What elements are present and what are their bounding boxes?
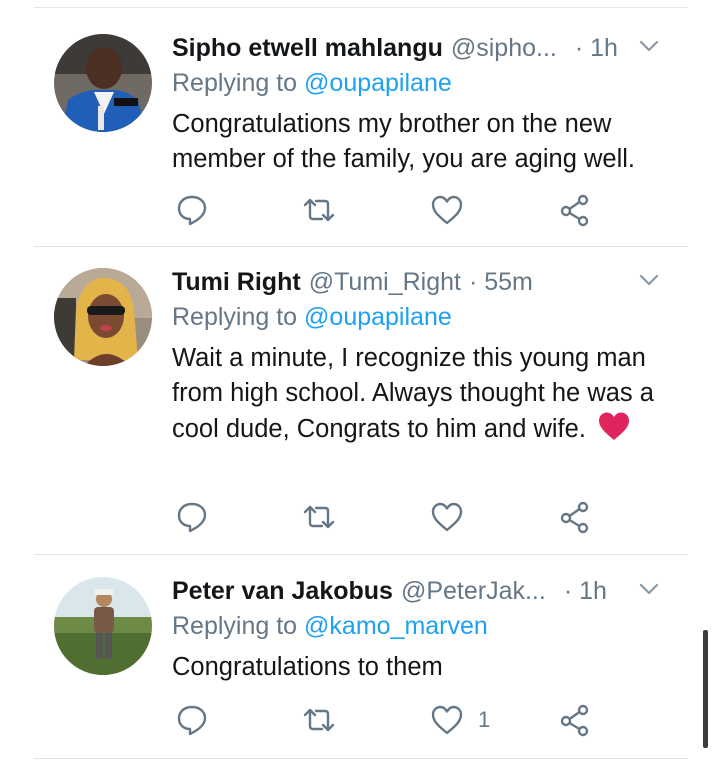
mention-link[interactable]: @kamo_marven [304, 612, 488, 640]
share-icon[interactable] [558, 703, 592, 737]
retweet-icon[interactable] [302, 193, 336, 227]
tweet-text-content: Wait a minute, I recognize this young ma… [172, 344, 654, 443]
tweet-header: Peter van Jakobus @PeterJak... · 1h [172, 574, 607, 608]
chevron-down-icon[interactable] [636, 267, 662, 293]
scrollbar[interactable] [703, 630, 708, 748]
replying-prefix: Replying to [172, 612, 298, 640]
user-handle[interactable]: @PeterJak... [401, 577, 546, 606]
avatar[interactable] [54, 34, 152, 132]
tweet-header: Tumi Right @Tumi_Right · 55m [172, 265, 533, 299]
user-handle[interactable]: @sipho... [451, 34, 557, 63]
tweet-text: Wait a minute, I recognize this young ma… [172, 341, 682, 447]
replying-to: Replying to @oupapilane [172, 303, 452, 332]
reply-icon[interactable] [175, 193, 209, 227]
chevron-down-icon[interactable] [636, 576, 662, 602]
mention-link[interactable]: @oupapilane [304, 303, 452, 331]
avatar[interactable] [54, 268, 152, 366]
share-icon[interactable] [558, 500, 592, 534]
timestamp[interactable]: · 1h [564, 577, 607, 606]
action-bar: 1 [0, 703, 720, 737]
display-name[interactable]: Peter van Jakobus [172, 577, 393, 606]
divider [34, 554, 688, 555]
user-handle[interactable]: @Tumi_Right [309, 268, 461, 297]
replying-to: Replying to @oupapilane [172, 69, 452, 98]
mention-link[interactable]: @oupapilane [304, 69, 452, 97]
like-icon[interactable] [430, 193, 464, 227]
replying-prefix: Replying to [172, 303, 298, 331]
reply-icon[interactable] [175, 500, 209, 534]
like-icon[interactable] [430, 703, 464, 737]
display-name[interactable]: Tumi Right [172, 268, 301, 297]
action-bar [0, 193, 720, 227]
retweet-icon[interactable] [302, 703, 336, 737]
tweet-header: Sipho etwell mahlangu @sipho... · 1h [172, 31, 618, 65]
like-icon[interactable] [430, 500, 464, 534]
retweet-icon[interactable] [302, 500, 336, 534]
divider [34, 758, 688, 759]
timestamp[interactable]: · 55m [469, 268, 533, 297]
share-icon[interactable] [558, 193, 592, 227]
reply-icon[interactable] [175, 703, 209, 737]
divider [34, 7, 688, 8]
like-count: 1 [478, 707, 491, 732]
chevron-down-icon[interactable] [636, 33, 662, 59]
timestamp[interactable]: · 1h [575, 34, 618, 63]
replying-to: Replying to @kamo_marven [172, 612, 488, 641]
tweet-text: Congratulations my brother on the new me… [172, 110, 635, 173]
tweet-text: Congratulations to them [172, 653, 443, 681]
action-bar [0, 500, 720, 534]
replying-prefix: Replying to [172, 69, 298, 97]
reply-timeline: Sipho etwell mahlangu @sipho... · 1h Rep… [0, 0, 720, 767]
divider [34, 246, 688, 247]
avatar[interactable] [54, 577, 152, 675]
display-name[interactable]: Sipho etwell mahlangu [172, 34, 443, 63]
red-heart-icon [599, 412, 629, 440]
